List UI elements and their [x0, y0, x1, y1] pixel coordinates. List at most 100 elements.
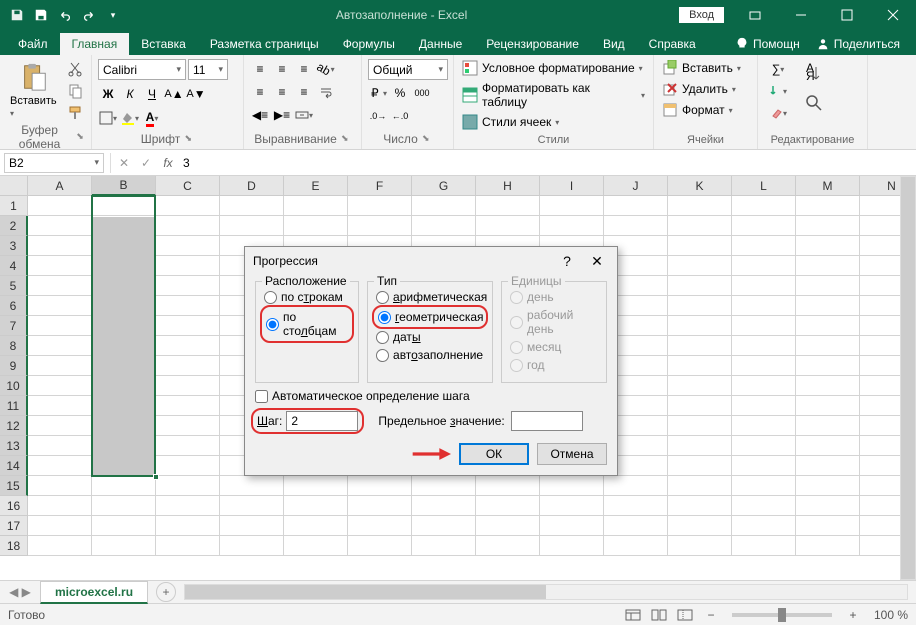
login-button[interactable]: Вход	[679, 7, 724, 23]
cell[interactable]	[412, 196, 476, 216]
cell[interactable]	[28, 316, 92, 336]
dialog-help-icon[interactable]: ?	[555, 251, 579, 271]
cell[interactable]	[348, 196, 412, 216]
cell[interactable]	[156, 516, 220, 536]
cell[interactable]	[732, 396, 796, 416]
row-header-4[interactable]: 4	[0, 256, 28, 276]
cell[interactable]	[220, 216, 284, 236]
format-as-table-button[interactable]: Форматировать как таблицу	[460, 80, 647, 110]
cell[interactable]	[604, 496, 668, 516]
row-header-18[interactable]: 18	[0, 536, 28, 556]
cell[interactable]	[668, 396, 732, 416]
cell[interactable]	[412, 216, 476, 236]
bold-button[interactable]: Ж	[98, 84, 118, 104]
cell[interactable]	[668, 496, 732, 516]
col-header-K[interactable]: K	[668, 176, 732, 196]
cell[interactable]	[796, 456, 860, 476]
cell[interactable]	[796, 376, 860, 396]
cell[interactable]	[796, 276, 860, 296]
cell[interactable]	[348, 496, 412, 516]
cell[interactable]	[732, 416, 796, 436]
qat-customize-icon[interactable]: ▾	[102, 4, 124, 26]
cell[interactable]	[156, 336, 220, 356]
find-select-icon[interactable]	[800, 89, 828, 117]
row-header-15[interactable]: 15	[0, 476, 28, 496]
select-all-corner[interactable]	[0, 176, 28, 196]
cell[interactable]	[156, 376, 220, 396]
close-icon[interactable]	[870, 0, 916, 30]
font-color-icon[interactable]: A	[142, 108, 162, 128]
row-header-10[interactable]: 10	[0, 376, 28, 396]
cell[interactable]	[540, 516, 604, 536]
cell[interactable]	[284, 496, 348, 516]
row-header-6[interactable]: 6	[0, 296, 28, 316]
cell[interactable]	[28, 256, 92, 276]
cell[interactable]	[156, 256, 220, 276]
cell[interactable]	[156, 456, 220, 476]
cell[interactable]	[28, 336, 92, 356]
row-header-1[interactable]: 1	[0, 196, 28, 216]
row-header-12[interactable]: 12	[0, 416, 28, 436]
col-header-L[interactable]: L	[732, 176, 796, 196]
sort-filter-icon[interactable]: AЯ	[800, 59, 828, 87]
col-header-E[interactable]: E	[284, 176, 348, 196]
row-header-14[interactable]: 14	[0, 456, 28, 476]
normal-view-icon[interactable]	[622, 606, 644, 624]
cell[interactable]	[732, 456, 796, 476]
cell[interactable]	[92, 476, 156, 496]
cell[interactable]	[92, 236, 156, 256]
undo-icon[interactable]	[54, 4, 76, 26]
cell[interactable]	[540, 216, 604, 236]
row-header-16[interactable]: 16	[0, 496, 28, 516]
cell[interactable]	[156, 296, 220, 316]
cell[interactable]	[220, 476, 284, 496]
accept-formula-icon[interactable]: ✓	[135, 153, 157, 173]
comma-icon[interactable]: 000	[412, 83, 432, 103]
cell[interactable]	[732, 256, 796, 276]
cell[interactable]	[156, 356, 220, 376]
align-center-icon[interactable]: ≡	[272, 82, 292, 102]
cell[interactable]	[668, 236, 732, 256]
col-header-D[interactable]: D	[220, 176, 284, 196]
tab-formulas[interactable]: Формулы	[331, 33, 407, 55]
copy-icon[interactable]	[65, 81, 85, 101]
cell[interactable]	[220, 496, 284, 516]
radio-by-rows[interactable]: по строкам	[264, 288, 350, 306]
cell[interactable]	[156, 476, 220, 496]
cell[interactable]	[732, 276, 796, 296]
radio-autofill[interactable]: автозаполнение	[376, 346, 484, 364]
cancel-button[interactable]: Отмена	[537, 443, 607, 465]
cell[interactable]	[28, 396, 92, 416]
align-bottom-icon[interactable]: ≡	[294, 59, 314, 79]
cell[interactable]	[668, 256, 732, 276]
cell[interactable]	[92, 436, 156, 456]
col-header-F[interactable]: F	[348, 176, 412, 196]
cell[interactable]	[796, 516, 860, 536]
decrease-indent-icon[interactable]: ◀≡	[250, 105, 270, 125]
cell[interactable]	[412, 516, 476, 536]
border-icon[interactable]	[98, 108, 118, 128]
cell[interactable]	[732, 376, 796, 396]
cell[interactable]	[92, 396, 156, 416]
zoom-out-icon[interactable]: −	[700, 606, 722, 624]
cell[interactable]	[796, 416, 860, 436]
ribbon-display-icon[interactable]	[732, 0, 778, 30]
font-size-combo[interactable]: 11	[188, 59, 228, 80]
cell[interactable]	[156, 496, 220, 516]
cell[interactable]	[540, 536, 604, 556]
cell[interactable]	[220, 516, 284, 536]
cell[interactable]	[476, 196, 540, 216]
cell[interactable]	[284, 196, 348, 216]
col-header-I[interactable]: I	[540, 176, 604, 196]
cell[interactable]	[476, 516, 540, 536]
clipboard-launcher-icon[interactable]: ⬊	[75, 131, 85, 143]
cell[interactable]	[796, 216, 860, 236]
cell[interactable]	[412, 536, 476, 556]
underline-button[interactable]: Ч	[142, 84, 162, 104]
cell[interactable]	[668, 416, 732, 436]
page-layout-view-icon[interactable]	[648, 606, 670, 624]
cell[interactable]	[476, 496, 540, 516]
cell[interactable]	[668, 536, 732, 556]
cell-styles-button[interactable]: Стили ячеек	[460, 113, 561, 131]
align-top-icon[interactable]: ≡	[250, 59, 270, 79]
